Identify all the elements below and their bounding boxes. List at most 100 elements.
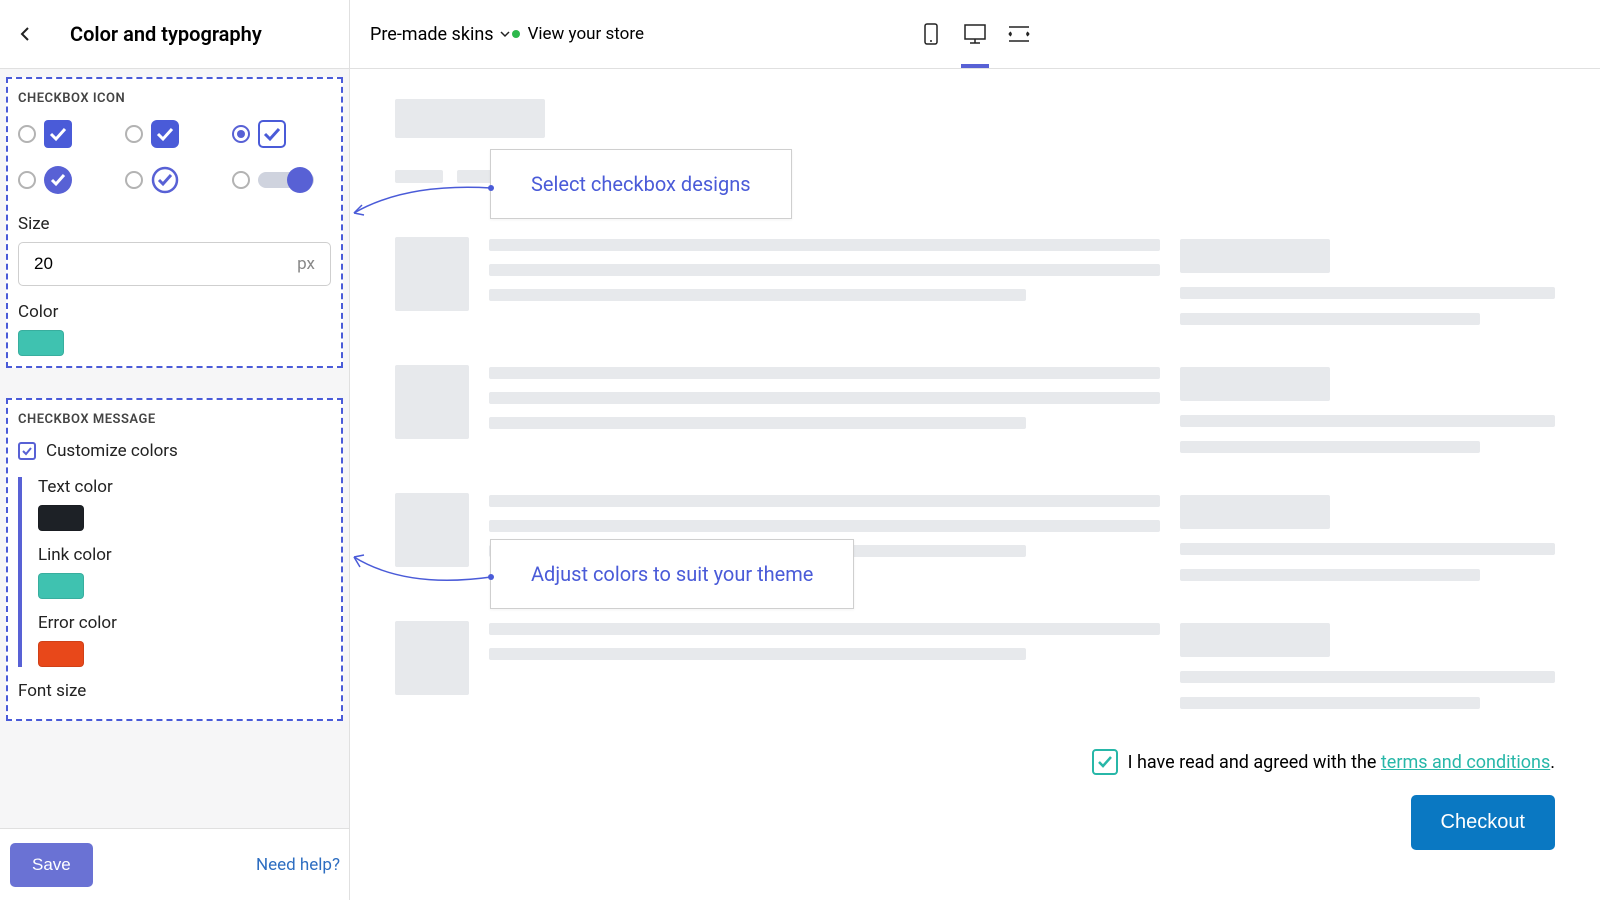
skeleton-line [1180,543,1555,555]
checkbox-preview-filled-square [44,120,72,148]
panel-title: CHECKBOX MESSAGE [18,412,331,427]
link-color-label: Link color [38,545,331,565]
skeleton-image [395,365,469,439]
radio-icon [18,125,36,143]
skeleton-item-row [395,621,1555,709]
skeleton-line [489,289,1026,301]
skeleton-line [489,495,1160,507]
terms-prefix: I have read and agreed with the [1128,752,1381,773]
size-label: Size [18,214,331,234]
callout-designs: Select checkbox designs [490,149,792,219]
checkbox-design-option[interactable] [125,166,224,194]
skeleton-line [489,239,1160,251]
sidebar-footer: Save Need help? [0,828,350,900]
color-label: Color [18,302,331,322]
color-swatch[interactable] [18,330,64,356]
skeleton-line [1180,441,1480,453]
view-store-label: View your store [528,24,644,44]
chevron-down-icon [498,27,512,41]
help-link[interactable]: Need help? [256,855,340,875]
checkbox-design-option[interactable] [125,120,224,148]
color-section: Text color Link color Error color [18,477,331,667]
skeleton-line [489,623,1160,635]
checkout-button[interactable]: Checkout [1411,795,1556,850]
panel-title: CHECKBOX ICON [18,91,331,106]
terms-link[interactable]: terms and conditions [1381,752,1550,773]
radio-icon [125,125,143,143]
skeleton-line [489,264,1160,276]
terms-checkbox[interactable] [1092,749,1118,775]
checkbox-design-option[interactable] [18,166,117,194]
skeleton-block [1180,367,1330,401]
checkbox-design-option[interactable] [18,120,117,148]
header-mid: Pre-made skins View your store [350,0,1600,68]
radio-icon [18,171,36,189]
page-title: Color and typography [70,22,262,46]
header: Color and typography Pre-made skins View… [0,0,1600,69]
back-button[interactable] [10,18,42,50]
size-input-wrapper: px [18,242,331,286]
size-input[interactable] [34,254,297,274]
text-color-label: Text color [38,477,331,497]
radio-icon [232,125,250,143]
font-size-label: Font size [18,681,331,701]
skins-dropdown[interactable]: Pre-made skins [370,24,512,45]
skeleton-line [1180,415,1555,427]
skeleton-line [489,648,1026,660]
customize-colors-row[interactable]: Customize colors [18,441,331,461]
skeleton-block [395,99,545,138]
error-color-swatch[interactable] [38,641,84,667]
callout-colors: Adjust colors to suit your theme [490,539,854,609]
skeleton-line [489,417,1026,429]
check-icon [1096,753,1114,771]
skeleton-right-col [1180,237,1555,325]
skeleton-block [1180,495,1330,529]
skeleton-item-row [395,237,1555,325]
view-store-link[interactable]: View your store [512,24,656,44]
skeleton-block [1180,239,1330,273]
text-color-swatch[interactable] [38,505,84,531]
fullwidth-icon[interactable] [1008,23,1030,45]
skeleton-image [395,237,469,311]
checkbox-message-panel: CHECKBOX MESSAGE Customize colors Text c… [6,398,343,721]
skeleton-text-col [489,621,1160,709]
radio-icon [232,171,250,189]
skins-label: Pre-made skins [370,24,494,45]
desktop-icon[interactable] [964,23,986,45]
status-dot-icon [512,30,520,38]
checkbox-design-option[interactable] [232,120,331,148]
checkbox-preview-outline-square [258,120,286,148]
callout-arrow-icon [346,171,494,221]
radio-icon [125,171,143,189]
skeleton-line [489,520,1160,532]
terms-text: I have read and agreed with the terms an… [1128,752,1555,773]
customize-checkbox[interactable] [18,442,36,460]
skeleton-line [1180,569,1480,581]
checkbox-preview-outline-circle [151,166,179,194]
header-left: Color and typography [0,0,350,68]
checkbox-preview-filled-circle [44,166,72,194]
terms-suffix: . [1550,752,1555,773]
customize-label: Customize colors [46,441,178,461]
skeleton-right-col [1180,621,1555,709]
chevron-left-icon [18,26,34,42]
device-switcher [920,23,1030,45]
checkbox-design-grid [18,120,331,194]
terms-row: I have read and agreed with the terms an… [395,749,1555,775]
skeleton-line [1180,287,1555,299]
skeleton-line [1180,313,1480,325]
save-button[interactable]: Save [10,843,93,887]
skeleton-text-col [489,365,1160,453]
mobile-icon[interactable] [920,23,942,45]
skeleton-line [489,367,1160,379]
callout-arrow-icon [346,549,494,599]
skeleton-right-col [1180,365,1555,453]
skeleton-line [1180,697,1480,709]
size-unit: px [297,254,315,274]
checkbox-design-option[interactable] [232,166,331,194]
link-color-swatch[interactable] [38,573,84,599]
skeleton-block [1180,623,1330,657]
checkbox-preview-rounded-square [151,120,179,148]
skeleton-line [1180,671,1555,683]
error-color-label: Error color [38,613,331,633]
